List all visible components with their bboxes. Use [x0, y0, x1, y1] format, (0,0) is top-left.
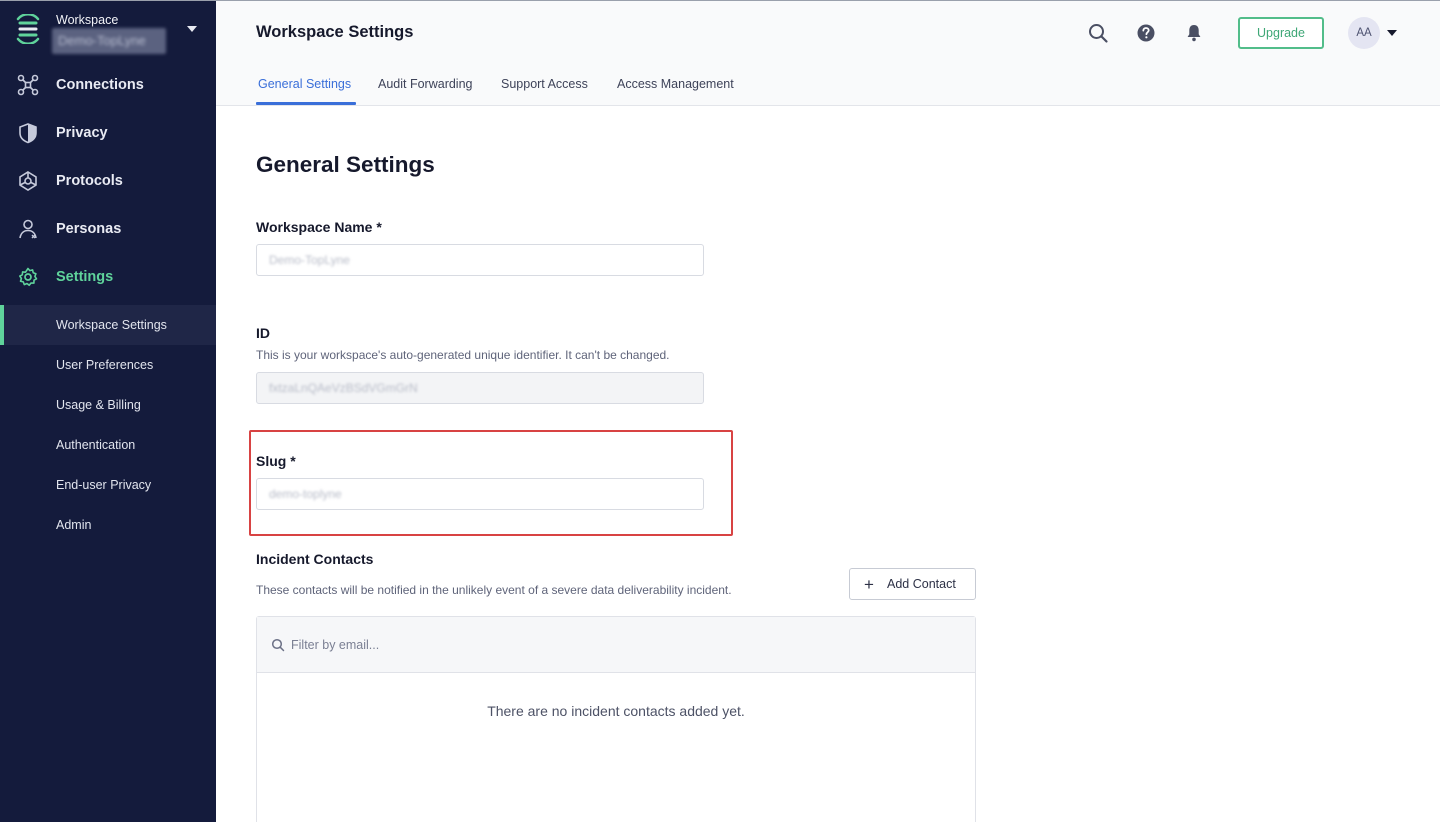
workspace-name-value: Demo-TopLyne — [269, 253, 350, 267]
page-header: Workspace Settings Upgrade AA General Se… — [216, 1, 1440, 106]
sidebar-item-connections[interactable]: Connections — [0, 65, 216, 105]
person-icon — [19, 219, 37, 239]
tab-audit-forwarding[interactable]: Audit Forwarding — [378, 77, 473, 91]
sidebar-item-privacy[interactable]: Privacy — [0, 113, 216, 153]
sidebar-subitem-workspace-settings[interactable]: Workspace Settings — [0, 305, 216, 345]
sidebar-item-personas[interactable]: Personas — [0, 209, 216, 249]
sidebar-subitem-label: Workspace Settings — [56, 318, 167, 332]
id-help-text: This is your workspace's auto-generated … — [256, 348, 670, 362]
incident-contacts-help-text: These contacts will be notified in the u… — [256, 583, 732, 597]
sidebar-item-label: Settings — [56, 269, 114, 285]
avatar[interactable]: AA — [1348, 17, 1380, 49]
add-contact-button[interactable]: + Add Contact — [849, 568, 976, 600]
sidebar-subitem-admin[interactable]: Admin — [0, 505, 216, 545]
tab-support-access[interactable]: Support Access — [501, 77, 588, 91]
sidebar-subitem-user-preferences[interactable]: User Preferences — [0, 345, 216, 385]
sidebar-subitem-label: User Preferences — [56, 358, 154, 372]
chevron-down-icon — [187, 26, 197, 32]
sidebar-item-settings[interactable]: Settings — [0, 257, 216, 297]
sidebar-item-label: Personas — [56, 221, 122, 237]
filter-email-input[interactable] — [291, 635, 691, 655]
workspace-name: Demo-TopLyne — [52, 28, 166, 54]
tab-access-management[interactable]: Access Management — [617, 77, 734, 91]
shield-icon — [19, 123, 37, 144]
sidebar-subitem-end-user-privacy[interactable]: End-user Privacy — [0, 465, 216, 505]
sidebar-subitem-usage-billing[interactable]: Usage & Billing — [0, 385, 216, 425]
sidebar-item-label: Privacy — [56, 125, 108, 141]
tab-general-settings[interactable]: General Settings — [258, 77, 351, 91]
sidebar-item-label: Connections — [56, 77, 144, 93]
page-title: Workspace Settings — [256, 23, 414, 41]
help-icon[interactable] — [1134, 21, 1158, 45]
workspace-switcher[interactable]: Workspace Demo-TopLyne — [0, 0, 216, 62]
slug-label: Slug * — [256, 453, 296, 469]
incident-contacts-table: There are no incident contacts added yet… — [256, 616, 976, 822]
workspace-name-label: Workspace Name * — [256, 219, 382, 235]
connections-icon — [17, 74, 39, 96]
sidebar-item-protocols[interactable]: Protocols — [0, 161, 216, 201]
add-contact-label: Add Contact — [887, 577, 956, 591]
bell-icon[interactable] — [1182, 21, 1206, 45]
segment-logo-icon — [16, 14, 40, 44]
slug-value: demo-toplyne — [269, 487, 342, 501]
sidebar-subitem-label: Authentication — [56, 438, 136, 452]
sidebar-item-label: Protocols — [56, 173, 123, 189]
section-title: General Settings — [256, 152, 435, 177]
workspace-name-input[interactable]: Demo-TopLyne — [256, 244, 704, 276]
workspace-label: Workspace — [56, 13, 119, 27]
active-tab-indicator — [256, 102, 356, 105]
slug-input[interactable]: demo-toplyne — [256, 478, 704, 510]
sidebar: Workspace Demo-TopLyne Connections Priva… — [0, 0, 216, 822]
upgrade-button[interactable]: Upgrade — [1238, 17, 1324, 49]
plus-icon: + — [864, 575, 874, 594]
id-input: fxtzaLnQAeVzBSdVGmGrN — [256, 372, 704, 404]
gear-icon — [19, 267, 38, 287]
id-label: ID — [256, 325, 270, 341]
window-top-border — [0, 0, 1440, 1]
sidebar-subitem-authentication[interactable]: Authentication — [0, 425, 216, 465]
search-icon — [271, 638, 285, 652]
sidebar-subitem-label: End-user Privacy — [56, 478, 152, 492]
sidebar-subitem-label: Admin — [56, 518, 92, 532]
protocols-icon — [19, 171, 37, 191]
search-icon[interactable] — [1086, 21, 1110, 45]
sidebar-subitem-label: Usage & Billing — [56, 398, 141, 412]
empty-state-message: There are no incident contacts added yet… — [487, 703, 745, 719]
id-value: fxtzaLnQAeVzBSdVGmGrN — [269, 381, 418, 395]
filter-bar — [257, 617, 975, 673]
chevron-down-icon[interactable] — [1387, 30, 1397, 36]
main-content: General Settings Workspace Name * Demo-T… — [216, 106, 1440, 822]
incident-contacts-title: Incident Contacts — [256, 551, 374, 567]
